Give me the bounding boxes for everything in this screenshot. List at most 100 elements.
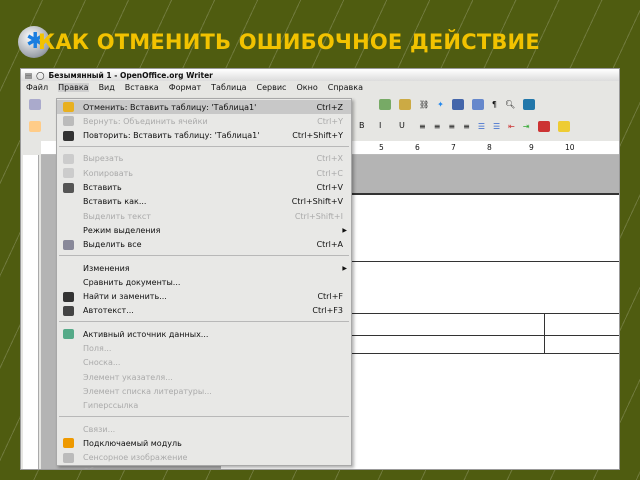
styles-icon[interactable] xyxy=(29,120,41,132)
menu-item[interactable]: Сравнить документы... xyxy=(57,275,351,289)
cut-icon xyxy=(63,153,74,164)
find-icon[interactable]: ⛓ xyxy=(419,100,429,109)
menu-item-label: Вставить xyxy=(83,183,122,192)
menu-item[interactable]: Изменения ▶ xyxy=(57,261,351,275)
ruler-tick-label: 8 xyxy=(487,143,492,152)
menu-item[interactable]: Активный источник данных... xyxy=(57,327,351,341)
underline-icon[interactable]: U xyxy=(399,121,411,132)
menu-item-shortcut: Ctrl+X xyxy=(316,154,343,164)
menu-separator xyxy=(59,321,349,323)
numbering-icon[interactable]: ☰ xyxy=(478,122,485,131)
menu-item[interactable]: Режим выделения ▶ xyxy=(57,223,351,237)
redo-icon xyxy=(63,116,74,127)
menu-7[interactable]: Окно xyxy=(296,83,317,92)
datasource-icon[interactable] xyxy=(451,98,464,110)
menu-item-label: Копировать xyxy=(83,168,133,178)
menu-item[interactable]: Вставить как... Ctrl+Shift+V xyxy=(57,195,351,209)
menu-item[interactable]: Вставить Ctrl+V xyxy=(57,181,351,195)
writer-window: ▤ ◯ Безымянный 1 - OpenOffice.org Writer… xyxy=(20,68,620,470)
ruler-tick-label: 5 xyxy=(379,143,384,152)
menu-separator xyxy=(59,416,349,417)
menu-item[interactable]: Элемент указателя... xyxy=(57,370,351,384)
ruler-tick-label: 7 xyxy=(451,143,456,152)
menu-item[interactable]: Объект ▶ xyxy=(57,465,351,469)
menu-item-label: Выделить текст xyxy=(83,211,151,221)
menu-8[interactable]: Справка xyxy=(328,83,363,92)
menu-item[interactable]: Гиперссылка xyxy=(57,399,351,413)
bold-icon[interactable]: B xyxy=(359,121,371,132)
align-left-icon[interactable]: ≡ xyxy=(419,122,426,131)
menu-item[interactable]: Отменить: Вставить таблицу: 'Таблица1' Ct… xyxy=(57,100,351,114)
menu-item-label: Найти и заменить... xyxy=(83,292,167,302)
table-icon[interactable] xyxy=(471,98,484,110)
increase-indent-icon[interactable]: ⇥ xyxy=(523,122,530,131)
menu-item[interactable]: Элемент списка литературы... xyxy=(57,384,351,398)
highlight-icon[interactable] xyxy=(557,120,570,132)
menu-item-label: Режим выделения xyxy=(83,225,161,235)
menu-item[interactable]: Выделить все Ctrl+A xyxy=(57,238,351,252)
menu-item-label: Связи... xyxy=(83,424,116,434)
navigator-icon[interactable] xyxy=(379,98,391,110)
vertical-ruler[interactable] xyxy=(23,155,39,469)
menu-item[interactable]: Связи... xyxy=(57,422,351,436)
menu-bar: Файл Правка Вид Вставка Формат Таблица Сервис О… xyxy=(21,81,619,93)
repeat-icon xyxy=(63,130,74,141)
menu-item-label: Объект xyxy=(83,467,114,469)
menu-item[interactable]: Повторить: Вставить таблицу: 'Таблица1' C… xyxy=(57,129,351,143)
menu-item-label: Поля... xyxy=(83,344,112,353)
hyperlink-icon[interactable] xyxy=(359,99,371,110)
submenu-arrow-icon: ▶ xyxy=(342,264,347,272)
gallery-icon[interactable]: ✦ xyxy=(437,100,444,109)
menu-item[interactable]: Копировать Ctrl+C xyxy=(57,166,351,180)
menu-item[interactable]: Автотекст... Ctrl+F3 xyxy=(57,304,351,318)
table-border xyxy=(544,313,545,353)
menu-item-shortcut: Ctrl+Shift+V xyxy=(291,197,343,207)
justify-icon[interactable]: ≡ xyxy=(463,122,470,131)
menu-item[interactable]: Найти и заменить... Ctrl+F xyxy=(57,290,351,304)
align-center-icon[interactable]: ≡ xyxy=(434,122,441,131)
menu-item-label: Вырезать xyxy=(83,154,124,164)
italic-icon[interactable]: I xyxy=(379,121,391,132)
title-bar: ▤ ◯ Безымянный 1 - OpenOffice.org Writer xyxy=(21,69,619,81)
menu-item[interactable]: Вырезать Ctrl+X xyxy=(57,152,351,166)
plugin-icon xyxy=(63,438,74,449)
format-paintbrush-icon[interactable] xyxy=(399,98,411,110)
pilcrow-icon[interactable]: ¶ xyxy=(492,100,497,109)
menu-item[interactable]: Сноска... xyxy=(57,356,351,370)
ruler-tick-label: 9 xyxy=(529,143,534,152)
bullets-icon[interactable]: ☰ xyxy=(493,122,500,131)
menu-5[interactable]: Таблица xyxy=(211,83,246,92)
menu-item[interactable]: Вернуть: Объединить ячейки Ctrl+Y xyxy=(57,114,351,128)
menu-item-shortcut: Ctrl+F3 xyxy=(312,306,343,316)
decrease-indent-icon[interactable]: ⇤ xyxy=(508,122,515,131)
menu-item[interactable]: Подключаемый модуль xyxy=(57,436,351,450)
menu-3[interactable]: Вставка xyxy=(125,83,159,92)
menu-4[interactable]: Формат xyxy=(169,83,201,92)
menu-item-label: Автотекст... xyxy=(83,306,134,316)
menu-item-label: Выделить все xyxy=(83,240,142,250)
autotext-icon xyxy=(63,305,74,316)
menu-item-label: Подключаемый модуль xyxy=(83,438,182,448)
menu-item-shortcut: Ctrl+C xyxy=(316,168,343,178)
menu-1[interactable]: Правка xyxy=(58,82,89,92)
menu-0[interactable]: Файл xyxy=(26,83,48,92)
font-color-icon[interactable] xyxy=(537,120,550,132)
help-icon[interactable] xyxy=(523,98,536,110)
align-right-icon[interactable]: ≡ xyxy=(448,122,455,131)
menu-item-shortcut: Ctrl+F xyxy=(317,292,343,302)
edit-menu: Отменить: Вставить таблицу: 'Таблица1' Ct… xyxy=(56,98,352,469)
menu-item[interactable]: Поля... xyxy=(57,342,351,356)
menu-6[interactable]: Сервис xyxy=(257,83,287,92)
menu-item-label: Сравнить документы... xyxy=(83,277,181,287)
menu-item[interactable]: Сенсорное изображение xyxy=(57,451,351,465)
zoom-icon[interactable]: 🔍︎ xyxy=(505,100,515,109)
slide-title: КАК ОТМЕНИТЬ ОШИБОЧНОЕ ДЕЙСТВИЕ xyxy=(38,30,540,54)
menu-2[interactable]: Вид xyxy=(99,83,115,92)
menu-item-shortcut: Ctrl+Shift+Y xyxy=(292,131,343,141)
new-doc-icon[interactable] xyxy=(29,98,41,110)
window-menu-icon[interactable]: ◯ xyxy=(36,71,44,80)
menu-item-label: Отменить: Вставить таблицу: 'Таблица1' xyxy=(83,102,257,112)
menu-separator xyxy=(59,255,349,256)
menu-item[interactable]: Выделить текст Ctrl+Shift+I xyxy=(57,209,351,223)
undo-icon xyxy=(63,102,74,112)
